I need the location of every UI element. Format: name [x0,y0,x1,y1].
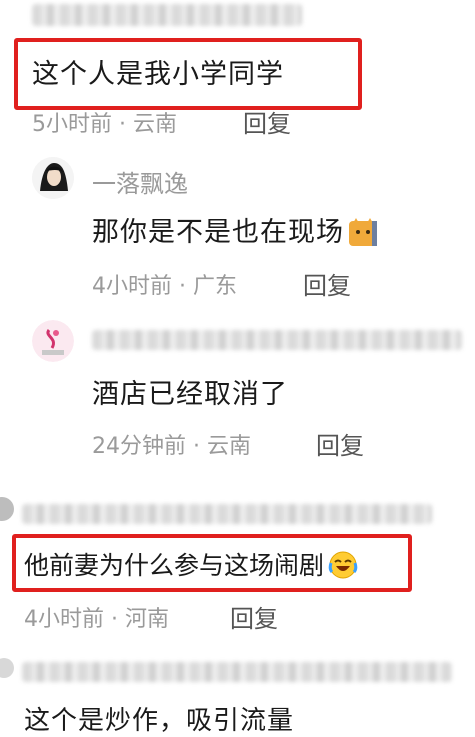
blurred-username [22,504,432,524]
comment-meta: 24分钟前 · 云南 [92,434,251,459]
avatar[interactable] [0,658,14,678]
reply-button[interactable]: 回复 [303,266,351,301]
comment-location: 云南 [206,434,251,459]
reply-button[interactable]: 回复 [230,599,278,634]
comment-text: 这个人是我小学同学 [32,59,284,90]
comment-time: 24分钟前 [92,434,186,459]
blurred-username [32,4,302,26]
comment-location: 河南 [124,607,169,632]
comment-text: 这个是炒作，吸引流量 [24,706,295,736]
comment-text: 酒店已经取消了 [92,379,288,410]
laughing-tears-emoji-icon [328,550,358,586]
comment-meta: 4小时前 · 广东 [92,274,237,299]
comment-time: 4小时前 [24,607,104,632]
comment-location: 云南 [132,112,177,137]
comment-meta: 5小时前 · 云南 [32,112,177,137]
cat-emoji-icon [348,217,378,254]
blurred-username [92,330,462,350]
comment-meta: 4小时前 · 河南 [24,607,169,632]
reply-button[interactable]: 回复 [243,104,291,139]
comment-time: 4小时前 [92,274,172,299]
comment-time: 5小时前 [32,112,112,137]
comment-text-content: 他前妻为什么参与这场闹剧 [24,551,325,580]
avatar[interactable] [32,320,74,362]
comment-username[interactable]: 一落飘逸 [92,164,188,199]
comment-text: 那你是不是也在现场 [92,210,378,254]
comment-text-content: 那你是不是也在现场 [92,217,344,248]
comment-location: 广东 [192,274,237,299]
reply-button[interactable]: 回复 [316,426,364,461]
avatar[interactable] [0,497,14,521]
avatar[interactable] [32,157,74,199]
blurred-username [22,662,452,682]
comment-text: 他前妻为什么参与这场闹剧 [24,546,358,586]
